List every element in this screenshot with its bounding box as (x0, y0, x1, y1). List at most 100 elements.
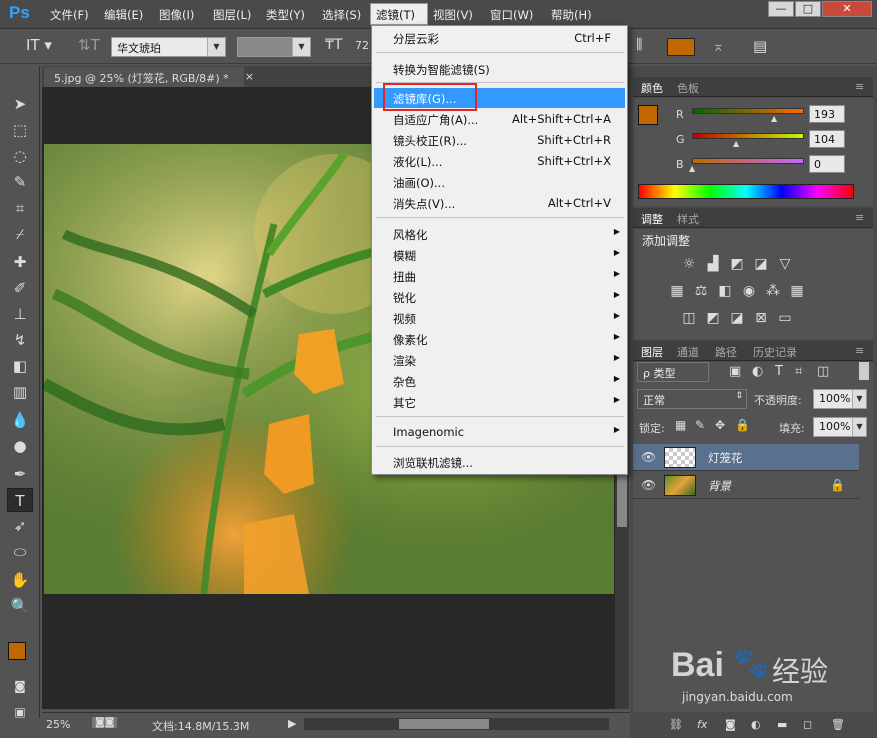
warp-text-icon[interactable]: ⫼ (636, 37, 642, 53)
r-value[interactable]: 193 (809, 105, 845, 123)
tab-swatches[interactable]: 色板 (677, 80, 699, 96)
channel-mixer-icon[interactable]: ⁂ (764, 282, 782, 300)
submenu-stylize[interactable]: 风格化 ▶ (374, 224, 625, 244)
stamp-tool-icon[interactable]: ⊥ (7, 302, 33, 326)
menu-help[interactable]: 帮助(H) (551, 7, 592, 23)
font-size-field[interactable]: 72 (350, 37, 372, 57)
type-tool-icon[interactable]: ⅠT ▾ (26, 36, 52, 54)
submenu-render[interactable]: 渲染 ▶ (374, 350, 625, 370)
curves-icon[interactable]: ◩ (728, 255, 746, 273)
threshold-icon[interactable]: ◪ (728, 309, 746, 327)
minimize-button[interactable]: — (768, 1, 794, 17)
vibrance-icon[interactable]: ▽ (776, 255, 794, 273)
foreground-color-swatch[interactable] (638, 105, 658, 125)
tab-paths[interactable]: 路径 (715, 344, 737, 360)
link-layers-icon[interactable]: ⛓ (669, 718, 683, 731)
submenu-blur[interactable]: 模糊 ▶ (374, 245, 625, 265)
hue-saturation-icon[interactable]: ▦ (668, 282, 686, 300)
submenu-noise[interactable]: 杂色 ▶ (374, 371, 625, 391)
menu-item-adaptive-wide-angle[interactable]: 自适应广角(A)... Alt+Shift+Ctrl+A (374, 109, 625, 129)
new-group-icon[interactable]: ▬ (777, 718, 787, 731)
lasso-tool-icon[interactable]: ◌ (7, 144, 33, 168)
gradient-icon[interactable]: ▥ (7, 380, 33, 404)
pen-tool-icon[interactable]: ✒ (7, 462, 33, 486)
horizontal-scrollbar[interactable] (304, 718, 609, 730)
panel-menu-icon[interactable]: ≡ (855, 80, 864, 93)
tab-layers[interactable]: 图层 (641, 344, 663, 360)
menu-layer[interactable]: 图层(L) (213, 7, 251, 23)
marquee-tool-icon[interactable]: ⬚ (7, 118, 33, 142)
menu-image[interactable]: 图像(I) (159, 7, 194, 23)
history-brush-icon[interactable]: ↯ (7, 328, 33, 352)
add-mask-icon[interactable]: ◙ (725, 718, 736, 731)
photo-filter-icon[interactable]: ◉ (740, 282, 758, 300)
black-white-icon[interactable]: ◧ (716, 282, 734, 300)
posterize-icon[interactable]: ◩ (704, 309, 722, 327)
fx-icon[interactable]: fx (697, 718, 707, 731)
slider-handle-icon[interactable]: ▲ (771, 114, 777, 123)
levels-icon[interactable]: ▟ (704, 255, 722, 273)
font-family-select[interactable]: 华文琥珀 ▼ (111, 37, 226, 57)
warp-icon[interactable]: ⌅ (712, 37, 725, 55)
blur-tool-icon[interactable]: 💧 (7, 408, 33, 432)
eye-icon[interactable]: 👁 (641, 450, 656, 464)
g-value[interactable]: 104 (809, 130, 845, 148)
quick-select-icon[interactable]: ✎ (7, 170, 33, 194)
crop-tool-icon[interactable]: ⌗ (7, 196, 33, 220)
foreground-color-swatch[interactable] (8, 642, 26, 660)
exposure-icon[interactable]: ◪ (752, 255, 770, 273)
type-tool-active-icon[interactable]: T (7, 488, 33, 512)
gradient-map-icon[interactable]: ▭ (776, 309, 794, 327)
move-tool-icon[interactable]: ➤ (7, 92, 33, 116)
healing-brush-icon[interactable]: ✚ (7, 250, 33, 274)
menu-filter[interactable]: 滤镜(T) (370, 3, 428, 25)
status-menu-arrow-icon[interactable]: ▶ (288, 717, 296, 730)
scroll-thumb[interactable] (617, 467, 627, 527)
brush-tool-icon[interactable]: ✐ (7, 276, 33, 300)
close-tab-icon[interactable]: × (245, 70, 254, 83)
menu-item-liquify[interactable]: 液化(L)... Shift+Ctrl+X (374, 151, 625, 171)
tab-color[interactable]: 颜色 (641, 80, 663, 96)
menu-edit[interactable]: 编辑(E) (104, 7, 143, 23)
opacity-field[interactable]: 100% ▼ (813, 389, 867, 409)
dodge-tool-icon[interactable]: ● (7, 434, 33, 458)
screen-mode-icon[interactable]: ▣ (7, 700, 33, 724)
path-select-icon[interactable]: ➶ (7, 514, 33, 538)
fill-field[interactable]: 100% ▼ (813, 417, 867, 437)
tab-channels[interactable]: 通道 (677, 344, 699, 360)
blend-mode-select[interactable]: 正常 ⇕ (637, 389, 747, 409)
layer-row[interactable]: 👁 灯笼花 (633, 444, 859, 471)
trash-icon[interactable]: 🗑 (831, 718, 845, 731)
eye-icon[interactable]: 👁 (641, 478, 656, 492)
text-color-swatch[interactable] (667, 38, 695, 56)
menu-type[interactable]: 类型(Y) (266, 7, 305, 23)
hand-tool-icon[interactable]: ✋ (7, 568, 33, 592)
menu-item-smart-filter[interactable]: 转换为智能滤镜(S) (374, 59, 625, 79)
submenu-pixelate[interactable]: 像素化 ▶ (374, 329, 625, 349)
tab-adjustments[interactable]: 调整 (641, 211, 663, 227)
color-lookup-icon[interactable]: ▦ (788, 282, 806, 300)
lock-pixels-icon[interactable]: ✎ (695, 418, 705, 432)
layer-filter-select[interactable]: ρ 类型 (637, 362, 709, 382)
menu-select[interactable]: 选择(S) (322, 7, 361, 23)
panel-menu-icon[interactable]: ≡ (855, 344, 864, 357)
new-adjustment-icon[interactable]: ◐ (751, 718, 761, 731)
shape-tool-icon[interactable]: ⬭ (7, 540, 33, 564)
submenu-other[interactable]: 其它 ▶ (374, 392, 625, 412)
menu-view[interactable]: 视图(V) (433, 7, 473, 23)
layer-name[interactable]: 背景 (708, 478, 731, 494)
submenu-imagenomic[interactable]: Imagenomic ▶ (374, 422, 625, 442)
color-spectrum-bar[interactable] (638, 184, 854, 199)
menu-file[interactable]: 文件(F) (50, 7, 89, 23)
submenu-sharpen[interactable]: 锐化 ▶ (374, 287, 625, 307)
zoom-level[interactable]: 25% (46, 718, 70, 731)
color-balance-icon[interactable]: ⚖ (692, 282, 710, 300)
r-slider[interactable] (692, 108, 804, 114)
scroll-thumb[interactable] (399, 719, 489, 729)
maximize-button[interactable]: □ (795, 1, 821, 17)
filter-shape-icon[interactable]: ⌗ (795, 364, 802, 379)
font-style-select[interactable]: - ▼ (237, 37, 311, 57)
status-info-icon[interactable]: ◙◙ (92, 717, 118, 728)
eraser-icon[interactable]: ◧ (7, 354, 33, 378)
lock-transparent-icon[interactable]: ▦ (675, 418, 686, 432)
